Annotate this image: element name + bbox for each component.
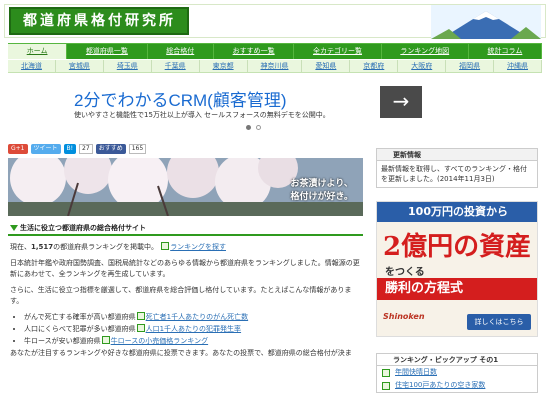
intro-text: の都道府県ランキングを掲載中。 <box>53 243 158 251</box>
ranking-icon <box>382 368 390 377</box>
site-logo[interactable]: 都道府県格付研究所 <box>9 7 189 35</box>
nav-overall-rating[interactable]: 総合格付 <box>148 44 214 59</box>
banner-strip: 勝利の方程式 <box>377 278 537 300</box>
nav-stat-column[interactable]: 統計コラム <box>469 44 543 59</box>
banner-headline: 100万円の投資から <box>377 202 537 222</box>
ranking-pickup-box: ランキング・ピックアップ その1 年間快晴日数 住宅100戸あたりの空き家数 <box>376 353 538 393</box>
triangle-down-icon <box>10 225 18 231</box>
hatena-count: 27 <box>79 144 93 154</box>
hero-caption: お茶漬けより、 格付けが好き。 <box>290 178 353 204</box>
update-box: 更新情報 最新情報を取得し、すべてのランキング・格付を更新しました。(2014年… <box>376 148 538 188</box>
list-item: 人口にくらべて犯罪が多い都道府県 人口1千人あたりの犯罪発生率 <box>24 324 362 335</box>
section-header: 生活に役立つ都道府県の総合格付サイト <box>8 222 363 236</box>
pref-link[interactable]: 沖縄県 <box>494 60 542 72</box>
pref-link[interactable]: 福岡県 <box>446 60 495 72</box>
ranking-icon <box>101 336 110 344</box>
prefecture-nav: 北海道 宮城県 埼玉県 千葉県 東京都 神奈川県 愛知県 京都府 大阪府 福岡県… <box>8 60 542 73</box>
pref-link[interactable]: 東京都 <box>200 60 248 72</box>
facebook-recommend-button[interactable]: おすすめ <box>95 144 126 154</box>
ranking-link[interactable]: 死亡者1千人あたりのがん死亡数 <box>146 313 248 321</box>
ranking-link[interactable]: 人口1千人あたりの犯罪発生率 <box>146 325 241 333</box>
ad-banner[interactable]: 2分でわかるCRM(顧客管理) 使いやすさと機能性で15万社以上が導入 セールス… <box>8 82 542 138</box>
main-content: 現在、1,517の都道府県ランキングを掲載中。 ランキングを探す 日本統計年鑑や… <box>10 242 362 364</box>
update-title: 更新情報 <box>377 149 537 161</box>
nav-categories[interactable]: 全カテゴリー覧 <box>294 44 382 59</box>
site-header: 都道府県格付研究所 <box>4 4 546 39</box>
ad-arrow-button[interactable]: → <box>380 86 422 118</box>
nav-prefecture-list[interactable]: 都道府県一覧 <box>67 44 148 59</box>
description-paragraph: 日本統計年鑑や政府国勢調査、国税局統計などのあらゆる情報から都道府県をランキング… <box>10 259 360 278</box>
ad-subtext: 使いやすさと機能性で15万社以上が導入 セールスフォースの無料デモを公開中。 <box>74 111 330 119</box>
ranking-pickup-item[interactable]: 年間快晴日数 <box>377 366 537 379</box>
carousel-dot-active[interactable] <box>246 125 251 130</box>
list-item-text: がんで死亡する確率が高い都道府県 <box>24 313 136 321</box>
ranking-count: 1,517 <box>31 243 54 251</box>
ranking-icon <box>382 381 390 390</box>
description-paragraph: さらに、生活に役立つ指標を厳選して、都道府県を総合評価し格付しています。たとえば… <box>10 286 352 305</box>
mount-fuji-illustration <box>431 5 541 39</box>
hatena-bookmark-icon[interactable]: B! <box>63 144 77 154</box>
banner-sub-text: をつくる <box>385 267 425 278</box>
facebook-count: 165 <box>128 144 147 154</box>
ranking-link[interactable]: 牛ロースの小売価格ランキング <box>111 337 208 345</box>
intro-paragraph: 現在、1,517の都道府県ランキングを掲載中。 ランキングを探す <box>10 242 362 253</box>
shinoken-logo: Shinoken <box>383 312 425 321</box>
google-plus-button[interactable]: G+1 <box>8 144 28 154</box>
search-icon <box>161 242 170 250</box>
list-item: 牛ロースが安い都道府県 牛ロースの小売価格ランキング <box>24 336 362 347</box>
list-item-text: 人口にくらべて犯罪が多い都道府県 <box>24 325 136 333</box>
ranking-icon <box>136 324 145 332</box>
ranking-pickup-link[interactable]: 住宅100戸あたりの空き家数 <box>395 379 485 392</box>
banner-details-button[interactable]: 詳しくはこちら <box>467 314 531 330</box>
description-paragraph: あなたが注目するランキングや好きな都道府県に投票できます。あなたの投票で、都道府… <box>10 349 352 357</box>
intro-text: 現在、 <box>10 243 31 251</box>
pref-link[interactable]: 埼玉県 <box>104 60 152 72</box>
section-title: 生活に役立つ都道府県の総合格付サイト <box>20 224 146 232</box>
nav-ranking-map[interactable]: ランキング地図 <box>382 44 469 59</box>
ranking-pickup-title: ランキング・ピックアップ その1 <box>377 354 537 366</box>
banner-main-text: 2億円の資産 <box>383 232 532 262</box>
ranking-pickup-link[interactable]: 年間快晴日数 <box>395 366 437 379</box>
hero-image: お茶漬けより、 格付けが好き。 <box>8 158 363 216</box>
pref-link[interactable]: 大阪府 <box>398 60 447 72</box>
pref-link[interactable]: 神奈川県 <box>248 60 303 72</box>
carousel-dot[interactable] <box>256 125 261 130</box>
list-item: がんで死亡する確率が高い都道府県 死亡者1千人あたりのがん死亡数 <box>24 312 362 323</box>
ranking-pickup-item[interactable]: 住宅100戸あたりの空き家数 <box>377 379 537 392</box>
tweet-button[interactable]: ツイート <box>30 144 61 154</box>
site-title: 都道府県格付研究所 <box>23 13 176 29</box>
pref-link[interactable]: 愛知県 <box>302 60 351 72</box>
pref-link[interactable]: 北海道 <box>8 60 56 72</box>
investment-ad-banner[interactable]: 100万円の投資から 2億円の資産 をつくる 勝利の方程式 Shinoken 詳… <box>376 201 538 337</box>
pref-link[interactable]: 千葉県 <box>152 60 200 72</box>
ranking-icon <box>136 312 145 320</box>
social-share-bar: G+1 ツイート B! 27 おすすめ 165 <box>8 143 372 155</box>
nav-recommended[interactable]: おすすめ一覧 <box>214 44 295 59</box>
ad-carousel-dots <box>246 125 261 130</box>
pref-link[interactable]: 京都府 <box>350 60 399 72</box>
hero-caption-line: お茶漬けより、 <box>290 179 353 189</box>
example-list: がんで死亡する確率が高い都道府県 死亡者1千人あたりのがん死亡数 人口にくらべて犯… <box>24 312 362 347</box>
update-text: 最新情報を取得し、すべてのランキング・格付を更新しました。(2014年11月3日… <box>381 165 528 183</box>
list-item-text: 牛ロースが安い都道府県 <box>24 337 101 345</box>
nav-home[interactable]: ホーム <box>8 44 68 59</box>
search-ranking-link[interactable]: ランキングを探す <box>170 243 226 251</box>
pref-link[interactable]: 宮城県 <box>56 60 104 72</box>
main-nav: ホーム 都道府県一覧 総合格付 おすすめ一覧 全カテゴリー覧 ランキング地図 統… <box>8 43 543 59</box>
ad-title[interactable]: 2分でわかるCRM(顧客管理) <box>74 86 287 111</box>
hero-caption-line: 格付けが好き。 <box>290 192 353 202</box>
